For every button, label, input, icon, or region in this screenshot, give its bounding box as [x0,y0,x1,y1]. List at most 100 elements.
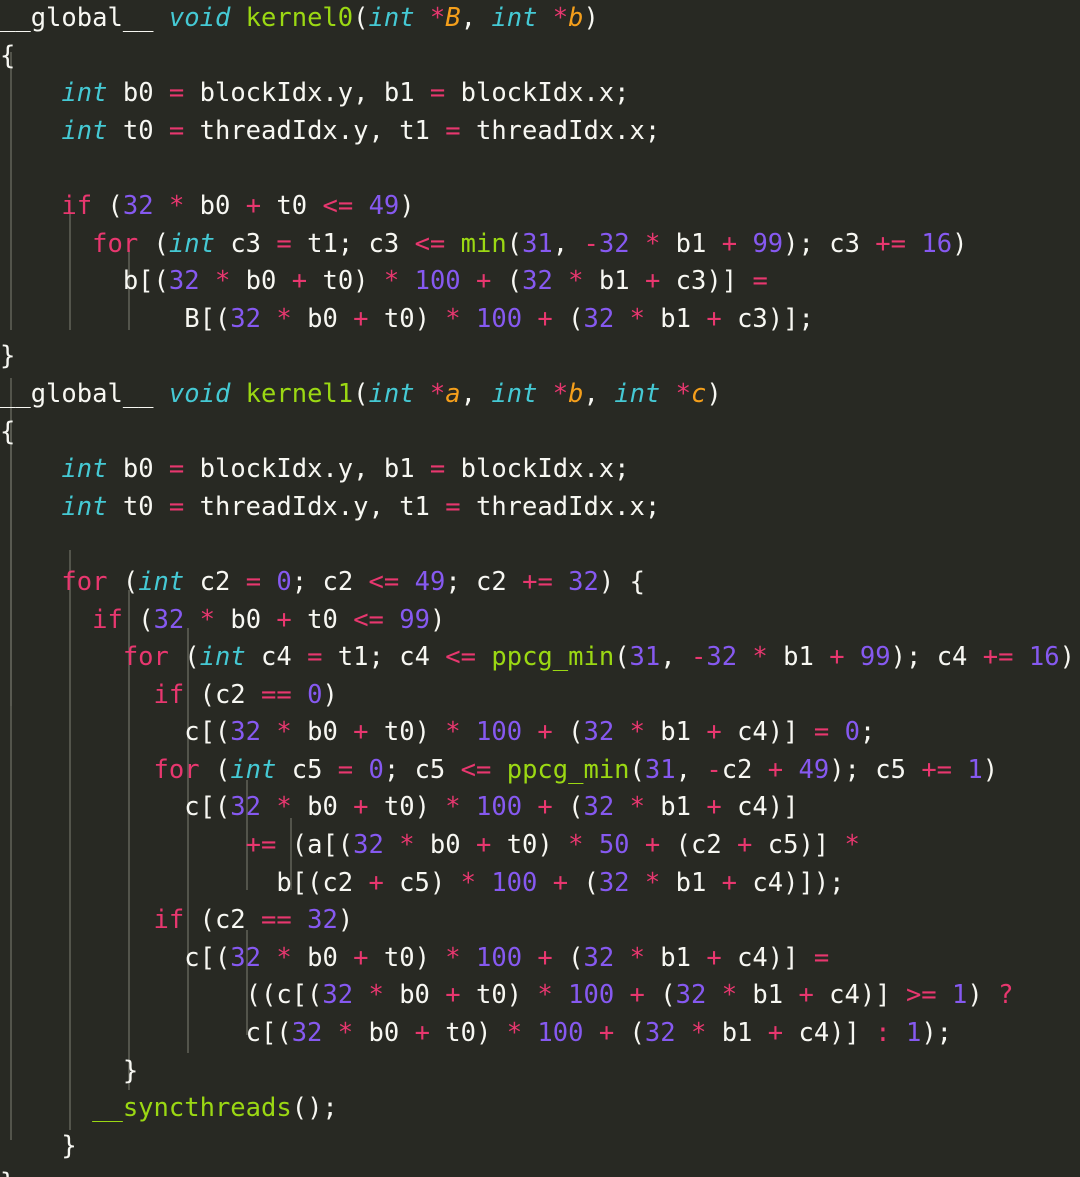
code-line[interactable]: int b0 = blockIdx.y, b1 = blockIdx.x; [0,451,1080,489]
code-token: 32 [353,830,384,861]
code-token: * [568,266,584,297]
code-line[interactable]: if (32 * b0 + t0 <= 49) [0,188,1080,226]
code-token: 32 [322,980,354,1011]
code-token: * [629,792,645,823]
code-token: b0 [414,830,476,861]
code-token: c5)] [752,830,845,861]
code-line[interactable]: b[(c2 + c5) * 100 + (32 * b1 + c4)]); [0,865,1080,903]
code-line[interactable]: } [0,1053,1080,1091]
code-token: b1 [706,1018,768,1049]
code-token: ; c2 [445,566,523,597]
code-token: 32 [706,642,738,673]
code-token: + [629,980,645,1011]
code-line[interactable]: __global__ void kernel1(int *a, int *b, … [0,376,1080,414]
code-line[interactable]: if (32 * b0 + t0 <= 99) [0,602,1080,640]
code-line[interactable]: for (int c4 = t1; c4 <= ppcg_min(31, -32… [0,639,1080,677]
code-token: int [491,378,538,409]
code-token: + [537,942,553,973]
code-token: * [168,190,185,221]
code-token: ) [430,604,446,635]
code-line[interactable] [0,526,1080,564]
code-line[interactable]: int t0 = threadIdx.y, t1 = threadIdx.x; [0,489,1080,527]
code-line[interactable]: } [0,1128,1080,1166]
code-token: b0 [107,78,169,109]
code-token: 16 [921,228,953,259]
code-token: blockIdx.y, b1 [184,454,430,485]
code-line[interactable]: += (a[(32 * b0 + t0) * 50 + (c2 + c5)] * [0,827,1080,865]
code-line[interactable]: if (c2 == 32) [0,902,1080,940]
code-token: = [813,942,830,973]
code-token: * [629,717,645,748]
code-line[interactable]: b[(32 * b0 + t0) * 100 + (32 * b1 + c3)]… [0,263,1080,301]
code-token: t0) [368,717,446,748]
code-token: t0) [491,830,569,861]
code-token: + [798,980,814,1011]
code-token: ( [107,566,139,597]
code-line[interactable]: } [0,338,1080,376]
code-line[interactable]: { [0,414,1080,452]
code-token: ( [168,642,200,673]
code-line[interactable]: for (int c3 = t1; c3 <= min(31, -32 * b1… [0,226,1080,264]
code-line[interactable]: ((c[(32 * b0 + t0) * 100 + (32 * b1 + c4… [0,977,1080,1015]
code-token: ; c5 [383,754,461,785]
code-line[interactable]: } [0,1165,1080,1177]
code-token: 32 [675,980,707,1011]
code-token: <= [460,754,492,785]
code-token: t0) [307,266,384,297]
code-token: 50 [598,830,630,861]
code-line[interactable]: B[(32 * b0 + t0) * 100 + (32 * b1 + c3)]… [0,301,1080,339]
code-line[interactable]: for (int c2 = 0; c2 <= 49; c2 += 32) { [0,564,1080,602]
code-token: c[( [0,1018,292,1049]
code-line[interactable]: { [0,38,1080,76]
code-line[interactable]: c[(32 * b0 + t0) * 100 + (32 * b1 + c4)]… [0,1015,1080,1053]
code-line[interactable]: for (int c5 = 0; c5 <= ppcg_min(31, -c2 … [0,752,1080,790]
code-token: = [752,266,768,297]
code-line[interactable]: c[(32 * b0 + t0) * 100 + (32 * b1 + c4)] [0,789,1080,827]
code-token: b1 [660,867,722,898]
code-token: ) { [1059,642,1075,673]
code-token: 100 [476,792,523,823]
code-token: t0 [107,115,169,146]
code-line[interactable]: c[(32 * b0 + t0) * 100 + (32 * b1 + c4)]… [0,714,1080,752]
code-token: == [261,679,292,710]
code-token: <= [322,190,354,221]
code-token: * [429,3,446,33]
code-token: * [276,942,292,973]
code-token: int [230,754,277,785]
code-token: + [706,942,722,973]
code-token: ); c4 [890,642,983,673]
code-token: ( [552,792,584,823]
code-line[interactable] [0,150,1080,188]
code-line[interactable]: __global__ void kernel0(int *B, int *b) [0,0,1080,38]
code-token: <= [353,604,384,635]
code-token: 100 [568,980,615,1011]
code-line[interactable]: c[(32 * b0 + t0) * 100 + (32 * b1 + c4)]… [0,940,1080,978]
code-token: 49 [414,566,446,597]
code-token: 100 [476,942,523,973]
code-line[interactable]: int t0 = threadIdx.y, t1 = threadIdx.x; [0,113,1080,151]
code-token: , [460,3,492,33]
code-line[interactable]: int b0 = blockIdx.y, b1 = blockIdx.x; [0,75,1080,113]
code-token: 32 [583,792,615,823]
code-token: 32 [583,942,615,973]
code-token: * [460,867,476,898]
code-token: int [61,491,108,522]
code-token: b0 [215,604,277,635]
code-token: <= [414,228,446,259]
code-token: blockIdx.x; [445,454,630,485]
code-token: + [598,1018,615,1049]
code-line[interactable]: __syncthreads(); [0,1090,1080,1128]
code-line[interactable]: if (c2 == 0) [0,677,1080,715]
